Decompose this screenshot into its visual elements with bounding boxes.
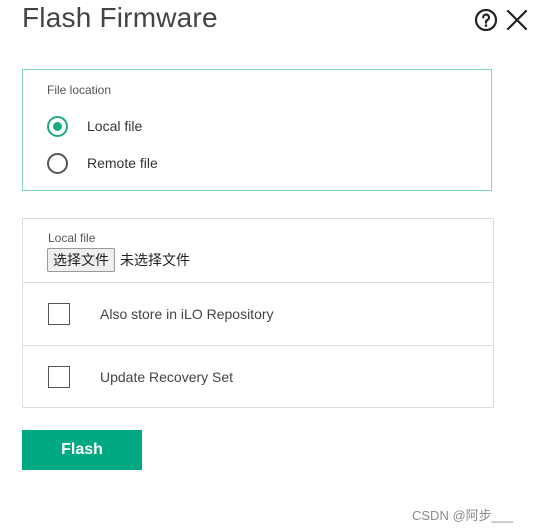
- local-file-box: Local file 选择文件 未选择文件 Also store in iLO …: [22, 218, 494, 408]
- option-store-repository[interactable]: Also store in iLO Repository: [23, 283, 493, 345]
- option-update-recovery[interactable]: Update Recovery Set: [23, 346, 493, 408]
- store-repository-checkbox[interactable]: [48, 303, 70, 325]
- file-input[interactable]: 选择文件 未选择文件: [47, 248, 190, 272]
- flash-button[interactable]: Flash: [22, 430, 142, 470]
- local-file-section: Local file 选择文件 未选择文件: [23, 219, 493, 282]
- close-icon[interactable]: [504, 7, 530, 33]
- radio-remote-file[interactable]: Remote file: [47, 150, 158, 176]
- radio-checked-icon[interactable]: [47, 115, 68, 137]
- local-file-label: Local file: [48, 231, 96, 245]
- watermark: CSDN @阿步___: [412, 508, 514, 523]
- radio-local-file[interactable]: Local file: [47, 113, 142, 139]
- radio-local-file-label: Local file: [87, 118, 143, 134]
- update-recovery-checkbox[interactable]: [48, 366, 70, 388]
- store-repository-label: Also store in iLO Repository: [100, 306, 274, 322]
- no-file-chosen-text: 未选择文件: [120, 252, 190, 268]
- choose-file-button[interactable]: 选择文件: [47, 248, 115, 272]
- file-location-label: File location: [47, 83, 112, 97]
- file-location-panel: File location Local file Remote file: [22, 69, 492, 191]
- radio-unchecked-icon[interactable]: [47, 152, 68, 174]
- header-icons: [474, 6, 530, 36]
- radio-remote-file-label: Remote file: [87, 155, 158, 171]
- dialog-title: Flash Firmware: [22, 2, 218, 33]
- help-icon[interactable]: [474, 8, 498, 32]
- update-recovery-label: Update Recovery Set: [100, 369, 234, 385]
